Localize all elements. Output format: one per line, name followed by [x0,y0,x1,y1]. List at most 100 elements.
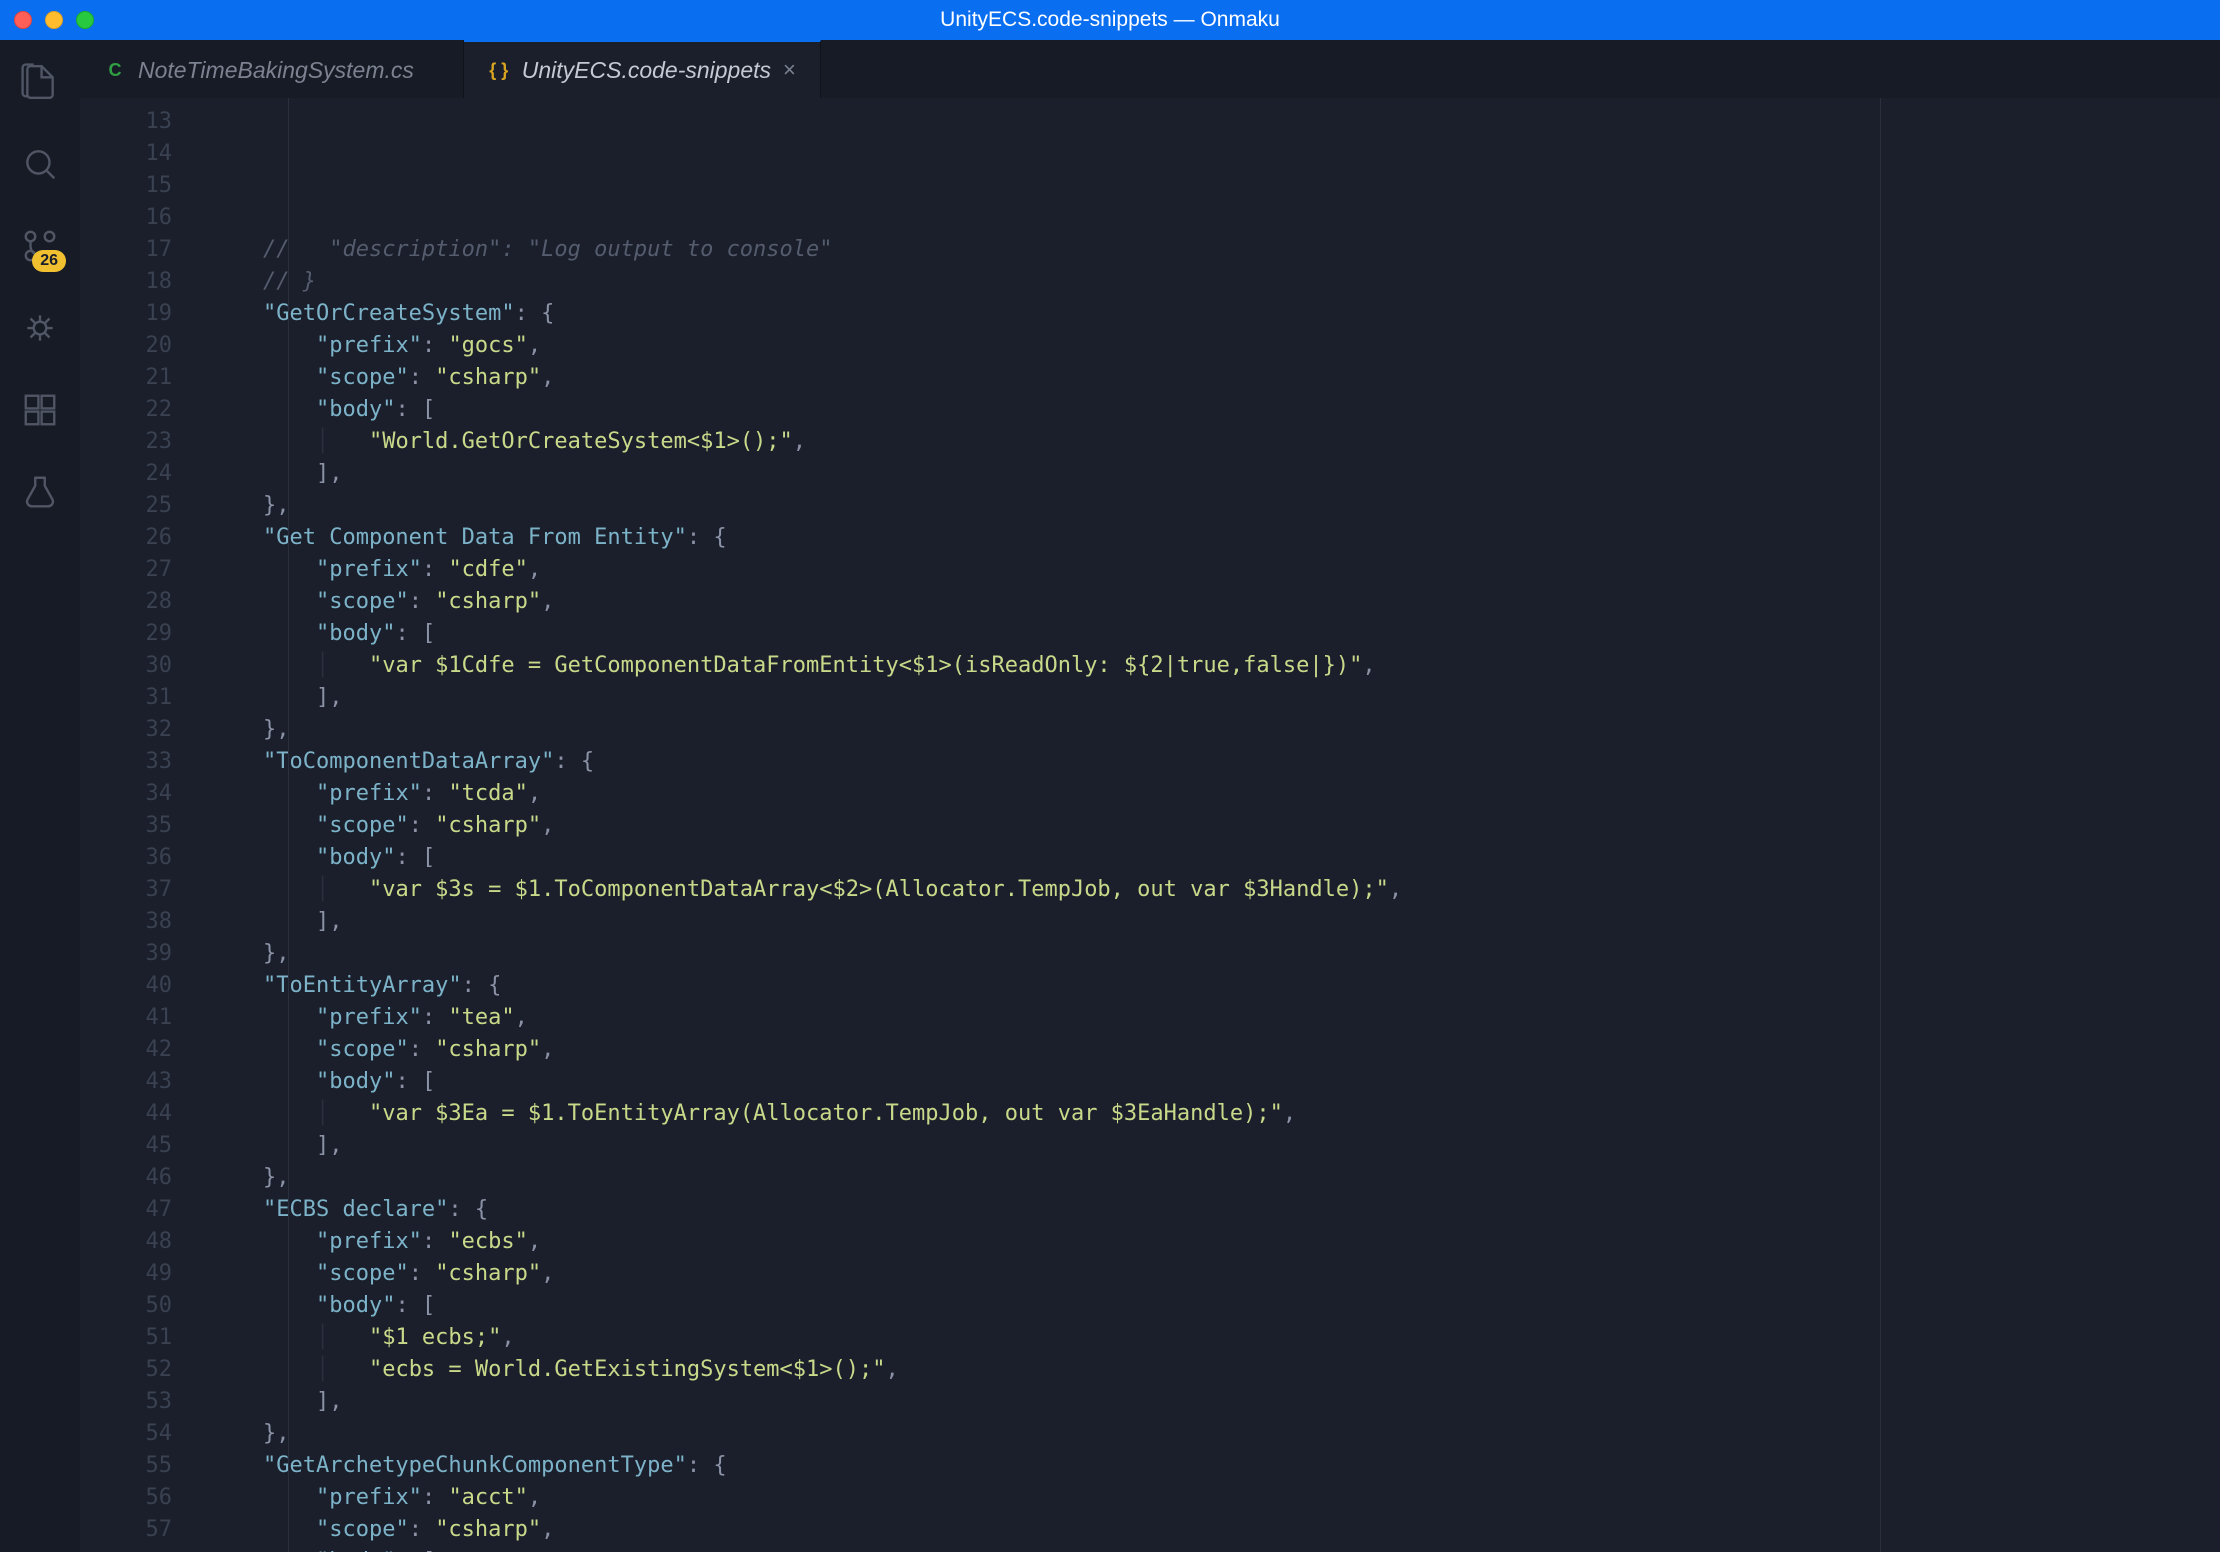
code-line: "body": [ [210,618,2220,650]
code-line: │ "World.GetOrCreateSystem<$1>();", [210,426,2220,458]
code-line: ], [210,906,2220,938]
code-line: // "description": "Log output to console… [210,234,2220,266]
code-line: "scope": "csharp", [210,1514,2220,1546]
code-line: "scope": "csharp", [210,810,2220,842]
code-line: "scope": "csharp", [210,1258,2220,1290]
workbench: 26 CNoteTimeBakingSystem.cs×{ }UnityECS.… [0,40,2220,1552]
code-line: "GetArchetypeChunkComponentType": { [210,1450,2220,1482]
code-content[interactable]: // "description": "Log output to console… [200,98,2220,1552]
indent-ruler [288,98,289,1552]
code-line: │ "ecbs = World.GetExistingSystem<$1>();… [210,1354,2220,1386]
code-line: }, [210,490,2220,522]
explorer-icon[interactable] [20,62,60,102]
line-number: 35 [80,810,172,842]
editor[interactable]: 1314151617181920212223242526272829303132… [80,98,2220,1552]
code-line: "ToComponentDataArray": { [210,746,2220,778]
window-title: UnityECS.code-snippets — Onmaku [940,8,1280,32]
code-line: ], [210,682,2220,714]
line-number-gutter: 1314151617181920212223242526272829303132… [80,98,200,1552]
code-line: // } [210,266,2220,298]
line-number: 42 [80,1034,172,1066]
code-line: }, [210,1162,2220,1194]
line-number: 54 [80,1418,172,1450]
line-number: 38 [80,906,172,938]
line-number: 31 [80,682,172,714]
line-number: 45 [80,1130,172,1162]
line-number: 15 [80,170,172,202]
line-number: 28 [80,586,172,618]
scm-badge: 26 [32,250,66,272]
line-number: 27 [80,554,172,586]
line-number: 49 [80,1258,172,1290]
tab[interactable]: CNoteTimeBakingSystem.cs× [80,40,464,98]
line-number: 52 [80,1354,172,1386]
line-number: 29 [80,618,172,650]
line-number: 39 [80,938,172,970]
search-icon[interactable] [20,144,60,184]
code-line: }, [210,714,2220,746]
extensions-icon[interactable] [20,390,60,430]
code-line: "body": [ [210,1066,2220,1098]
code-line: "scope": "csharp", [210,586,2220,618]
line-number: 26 [80,522,172,554]
line-number: 24 [80,458,172,490]
code-line: "Get Component Data From Entity": { [210,522,2220,554]
code-line: "prefix": "tcda", [210,778,2220,810]
maximize-window-button[interactable] [76,11,94,29]
code-line: ], [210,1386,2220,1418]
code-line: │ "$1 ecbs;", [210,1322,2220,1354]
line-number: 13 [80,106,172,138]
line-number: 47 [80,1194,172,1226]
line-number: 32 [80,714,172,746]
code-line: }, [210,1418,2220,1450]
close-window-button[interactable] [14,11,32,29]
activity-bar: 26 [0,40,80,1552]
line-number: 56 [80,1482,172,1514]
line-number: 36 [80,842,172,874]
code-line: ], [210,1130,2220,1162]
line-number: 51 [80,1322,172,1354]
code-line: }, [210,938,2220,970]
code-line: "ECBS declare": { [210,1194,2220,1226]
line-number: 19 [80,298,172,330]
code-line: "scope": "csharp", [210,362,2220,394]
line-number: 37 [80,874,172,906]
json-file-icon: { } [488,59,510,81]
code-line: │ "var $3s = $1.ToComponentDataArray<$2>… [210,874,2220,906]
line-number: 23 [80,426,172,458]
line-number: 41 [80,1002,172,1034]
line-number: 55 [80,1450,172,1482]
source-control-icon[interactable]: 26 [20,226,60,266]
line-number: 17 [80,234,172,266]
test-icon[interactable] [20,472,60,512]
app-window: UnityECS.code-snippets — Onmaku 26 [0,0,2220,1552]
code-line: "GetOrCreateSystem": { [210,298,2220,330]
line-number: 57 [80,1514,172,1546]
editor-group: CNoteTimeBakingSystem.cs×{ }UnityECS.cod… [80,40,2220,1552]
tab[interactable]: { }UnityECS.code-snippets× [464,40,821,98]
close-tab-icon[interactable]: × [783,57,796,83]
window-controls [14,11,94,29]
titlebar[interactable]: UnityECS.code-snippets — Onmaku [0,0,2220,40]
line-number: 21 [80,362,172,394]
line-number: 50 [80,1290,172,1322]
line-number: 30 [80,650,172,682]
code-line: "prefix": "acct", [210,1482,2220,1514]
line-number: 25 [80,490,172,522]
line-number: 53 [80,1386,172,1418]
code-line: ], [210,458,2220,490]
line-number: 16 [80,202,172,234]
code-line: "prefix": "cdfe", [210,554,2220,586]
debug-icon[interactable] [20,308,60,348]
line-number: 46 [80,1162,172,1194]
line-number: 44 [80,1098,172,1130]
line-number: 40 [80,970,172,1002]
code-line: "body": [ [210,1546,2220,1552]
line-number: 33 [80,746,172,778]
minimize-window-button[interactable] [45,11,63,29]
code-line: │ "var $3Ea = $1.ToEntityArray(Allocator… [210,1098,2220,1130]
code-line: "scope": "csharp", [210,1034,2220,1066]
code-line: "body": [ [210,1290,2220,1322]
code-line: │ "var $1Cdfe = GetComponentDataFromEnti… [210,650,2220,682]
code-line: "ToEntityArray": { [210,970,2220,1002]
